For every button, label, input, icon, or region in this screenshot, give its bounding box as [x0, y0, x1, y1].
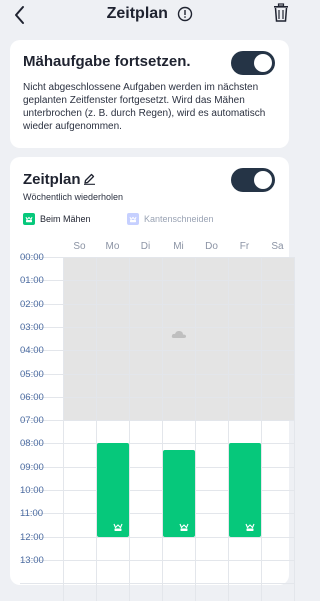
grid-hour-line — [20, 326, 294, 328]
day-header-so: So — [73, 241, 86, 252]
hour-label: 01:00 — [20, 275, 44, 287]
page-title: Zeitplan — [106, 5, 168, 22]
day-header-mi: Mi — [173, 241, 184, 252]
grid-hour-line — [20, 303, 294, 305]
grid-day-line — [96, 257, 97, 601]
hour-label: 10:00 — [20, 485, 44, 496]
resume-task-title: Mähaufgabe fortsetzen. — [23, 53, 191, 70]
grid-day-line — [129, 257, 130, 601]
grid-day-line — [195, 257, 196, 601]
grid-hour-line — [20, 350, 294, 352]
grid-day-line — [63, 257, 64, 601]
grid-hour-line — [20, 583, 294, 585]
cloud-icon — [171, 331, 186, 339]
legend-mowing-label: Beim Mähen — [40, 214, 91, 224]
hour-label: 04:00 — [20, 345, 44, 357]
mower-icon — [245, 523, 255, 531]
mower-icon — [179, 523, 189, 531]
toggle-knob — [254, 171, 272, 189]
grid-hour-line — [20, 420, 294, 422]
grid-hour-line — [20, 536, 294, 538]
schedule-subtitle: Wöchentlich wiederholen — [23, 192, 124, 202]
mower-icon — [113, 523, 123, 531]
mowing-slot-mi[interactable] — [163, 450, 195, 537]
day-header-fr: Fr — [239, 241, 250, 252]
resume-task-toggle[interactable] — [231, 51, 275, 75]
day-header-mo: Mo — [105, 241, 120, 252]
edit-pencil-icon[interactable] — [83, 172, 96, 185]
day-header-do: Do — [205, 241, 218, 252]
schedule-toggle[interactable] — [231, 168, 275, 192]
resume-task-card: Mähaufgabe fortsetzen. Nicht abgeschloss… — [10, 40, 289, 148]
grid-day-line — [294, 257, 295, 601]
hour-label: 11:00 — [20, 508, 44, 520]
mowing-slot-mo[interactable] — [97, 443, 129, 537]
weekly-schedule-grid[interactable]: So Mo Di Mi Do Fr Sa 00:00 01:00 02:00 03:00 04:00 0… — [20, 237, 295, 601]
legend-mowing[interactable]: Beim Mähen — [23, 213, 91, 225]
grid-day-line — [162, 257, 163, 601]
schedule-title-row: Zeitplan — [23, 171, 96, 188]
hour-label: 02:00 — [20, 298, 44, 310]
mower-icon — [23, 213, 35, 225]
hour-label: 05:00 — [20, 368, 44, 380]
grid-day-line — [261, 257, 262, 601]
grid-hour-line — [20, 257, 294, 258]
grid-day-line — [228, 257, 229, 601]
hour-label: 09:00 — [20, 461, 44, 473]
hour-label: 06:00 — [20, 391, 44, 403]
grid-hour-line — [20, 396, 294, 398]
hour-label: 03:00 — [20, 321, 44, 333]
edge-cut-icon — [127, 213, 139, 225]
trash-icon[interactable] — [272, 3, 290, 23]
legend-edging[interactable]: Kantenschneiden — [127, 213, 214, 225]
hour-label: 12:00 — [20, 531, 44, 543]
day-header-di: Di — [140, 241, 151, 252]
schedule-title: Zeitplan — [23, 171, 81, 188]
app-header: Zeitplan — [0, 0, 300, 30]
grid-hour-line — [20, 280, 294, 282]
header-title-wrap: Zeitplan — [0, 5, 300, 23]
grid-hour-line — [20, 373, 294, 375]
grid-hour-line — [20, 559, 294, 561]
legend-edging-label: Kantenschneiden — [144, 214, 214, 224]
mowing-slot-fr[interactable] — [229, 443, 261, 537]
hour-label: 08:00 — [20, 438, 44, 450]
resume-task-description: Nicht abgeschlossene Aufgaben werden im … — [23, 82, 266, 132]
day-header-sa: Sa — [271, 241, 284, 252]
toggle-knob — [254, 54, 272, 72]
hour-label: 00:00 — [20, 252, 44, 263]
hour-label: 13:00 — [20, 554, 44, 566]
schedule-card: Zeitplan Wöchentlich wiederholen Beim Mä… — [10, 157, 295, 601]
info-circle-icon[interactable] — [177, 6, 193, 22]
hour-label: 07:00 — [20, 415, 44, 427]
